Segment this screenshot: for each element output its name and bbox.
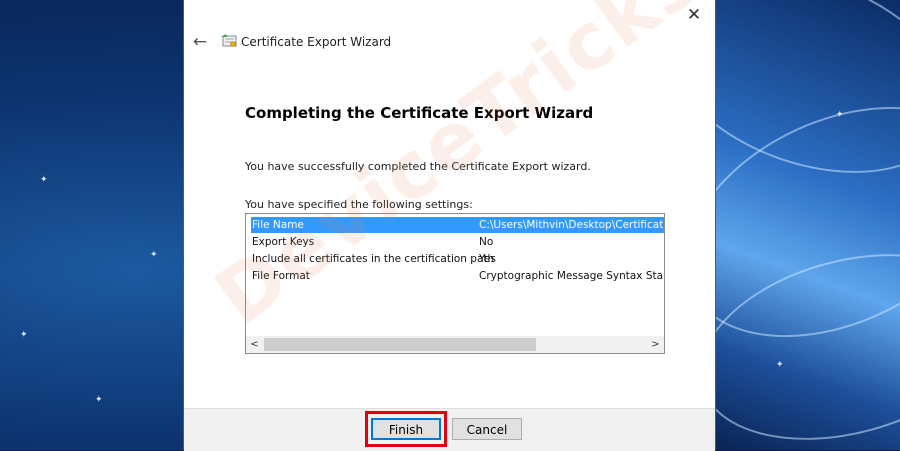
desktop-background: ✦ ✦ ✦ ✦ xyxy=(0,0,183,450)
star-decoration: ✦ xyxy=(150,250,158,260)
star-decoration: ✦ xyxy=(836,110,844,120)
success-message: You have successfully completed the Cert… xyxy=(245,160,591,173)
desktop-background-right: ✦ ✦ xyxy=(716,0,900,450)
settings-label: You have specified the following setting… xyxy=(245,198,473,211)
setting-value: No xyxy=(479,236,494,248)
scroll-left-icon[interactable]: < xyxy=(246,336,263,353)
setting-value: Yes xyxy=(479,253,496,265)
star-decoration: ✦ xyxy=(40,175,48,185)
star-decoration: ✦ xyxy=(776,360,784,370)
close-icon: ✕ xyxy=(686,5,702,25)
settings-row-export-keys[interactable]: Export Keys No xyxy=(251,234,664,250)
setting-key: Export Keys xyxy=(252,236,315,248)
setting-key: File Name xyxy=(252,219,304,231)
settings-row-file-format[interactable]: File Format Cryptographic Message Syntax… xyxy=(251,268,664,284)
setting-value: C:\Users\Mithvin\Desktop\Certificate.p xyxy=(479,219,664,231)
cancel-button[interactable]: Cancel xyxy=(452,418,522,440)
dialog-footer xyxy=(184,408,715,451)
horizontal-scrollbar[interactable]: < > xyxy=(246,336,664,353)
window-title: Certificate Export Wizard xyxy=(241,35,392,49)
certificate-export-wizard-dialog: ✕ ← Certificate Export Wizard Completing… xyxy=(183,0,716,451)
certificate-wizard-icon xyxy=(221,34,237,47)
scroll-right-icon[interactable]: > xyxy=(647,336,664,353)
settings-row-include-all-certificates[interactable]: Include all certificates in the certific… xyxy=(251,251,664,267)
setting-value: Cryptographic Message Syntax Standa xyxy=(479,270,664,282)
scrollbar-thumb[interactable] xyxy=(264,338,536,351)
star-decoration: ✦ xyxy=(95,395,103,405)
star-decoration: ✦ xyxy=(20,330,28,340)
back-button[interactable]: ← xyxy=(190,32,210,52)
setting-key: Include all certificates in the certific… xyxy=(252,253,495,265)
setting-key: File Format xyxy=(252,270,310,282)
finish-button[interactable]: Finish xyxy=(371,418,441,440)
page-heading: Completing the Certificate Export Wizard xyxy=(245,104,594,122)
back-arrow-icon: ← xyxy=(192,32,208,52)
settings-row-file-name[interactable]: File Name C:\Users\Mithvin\Desktop\Certi… xyxy=(251,217,664,233)
settings-list[interactable]: File Name C:\Users\Mithvin\Desktop\Certi… xyxy=(245,213,665,354)
close-button[interactable]: ✕ xyxy=(681,4,707,26)
